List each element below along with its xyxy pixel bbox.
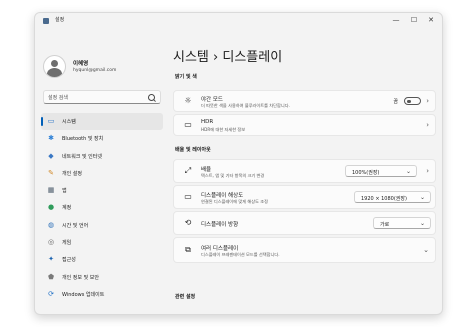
- section-brightness-heading: 밝기 및 색: [175, 74, 197, 80]
- search-input[interactable]: [48, 93, 144, 102]
- hdr-card[interactable]: ▭ HDR HDR에 대한 자세한 정보 ›: [173, 114, 436, 136]
- sidebar-item-label: 개인 정보 및 보안: [62, 274, 99, 281]
- night-light-toggle-label: 끔: [393, 98, 398, 105]
- shield-icon: ⬟: [47, 272, 55, 281]
- window-title: 설정: [55, 17, 65, 23]
- search-box[interactable]: [43, 90, 161, 104]
- title-bar: 설정 — ☐ ✕: [35, 13, 442, 29]
- breadcrumb: 시스템 › 디스플레이: [173, 46, 282, 65]
- avatar-body-shape: [47, 68, 62, 77]
- maximize-button[interactable]: ☐: [406, 15, 422, 26]
- sidebar-item-label: 시간 및 언어: [62, 222, 89, 229]
- chevron-down-icon[interactable]: ⌄: [423, 246, 429, 254]
- chevron-down-icon: ⌄: [419, 193, 425, 201]
- scale-icon: ⤢: [184, 166, 192, 175]
- scale-card[interactable]: ⤢ 배율 텍스트, 앱 및 기타 항목의 크기 변경 100%(권장) ⌄ ›: [173, 159, 436, 183]
- sidebar-item-5[interactable]: ● 계정: [41, 199, 163, 216]
- night-light-toggle[interactable]: [404, 97, 421, 105]
- sidebar-item-1[interactable]: ✱ Bluetooth 및 장치: [41, 130, 163, 147]
- scale-subtitle: 텍스트, 앱 및 기타 항목의 크기 변경: [201, 173, 265, 178]
- sidebar-item-8[interactable]: ✦ 접근성: [41, 251, 163, 268]
- avatar[interactable]: [43, 55, 66, 78]
- resolution-card[interactable]: ▭ 디스플레이 해상도 연결된 디스플레이에 맞게 해상도 조정 1920 × …: [173, 185, 436, 209]
- sidebar-item-label: 시스템: [62, 119, 76, 125]
- gamepad-icon: ◎: [47, 238, 55, 247]
- multiple-displays-icon: ⧉: [185, 245, 191, 254]
- chevron-right-icon[interactable]: ›: [426, 121, 429, 129]
- page-title: 디스플레이: [222, 50, 283, 65]
- orientation-dropdown-value: 가로: [380, 221, 390, 228]
- globe-clock-icon: ◍: [47, 220, 55, 229]
- sidebar-item-0[interactable]: ▭ 시스템: [41, 113, 163, 131]
- multiple-displays-card[interactable]: ⧉ 여러 디스플레이 디스플레이 프레젠테이션 모드를 선택합니다. ⌄: [173, 237, 436, 263]
- breadcrumb-separator: ›: [213, 50, 219, 65]
- minimize-button[interactable]: —: [388, 15, 404, 26]
- orientation-icon: ⟲: [184, 218, 192, 227]
- resolution-icon: ▭: [184, 192, 192, 201]
- hdr-title: HDR: [201, 119, 214, 125]
- sidebar-item-7[interactable]: ◎ 게임: [41, 234, 163, 251]
- orientation-dropdown[interactable]: 가로 ⌄: [373, 217, 431, 229]
- section-related-heading: 관련 설정: [175, 294, 196, 300]
- sidebar: 이혜영 hyqunl@gmail.com ▭ 시스템 ✱ Bluetooth 및 장치…: [35, 29, 163, 314]
- avatar-head-shape: [51, 60, 58, 67]
- search-icon[interactable]: [148, 94, 155, 101]
- update-icon: ⟳: [48, 289, 54, 298]
- multiple-displays-title: 여러 디스플레이: [201, 246, 239, 252]
- sidebar-item-label: 계정: [62, 205, 72, 212]
- sidebar-nav: ▭ 시스템 ✱ Bluetooth 및 장치 ◆ 네트워크 및 인터넷 ✎ 개인 설정 ▦ 앱 ● 계…: [41, 113, 163, 303]
- sidebar-item-4[interactable]: ▦ 앱: [41, 182, 163, 199]
- night-light-title: 야간 모드: [201, 97, 223, 103]
- chevron-right-icon[interactable]: ›: [426, 167, 429, 175]
- section-scale-layout-heading: 배율 및 레이아웃: [175, 147, 211, 153]
- network-icon: ◆: [48, 151, 54, 160]
- accessibility-icon: ✦: [48, 255, 54, 264]
- sidebar-item-9[interactable]: ⬟ 개인 정보 및 보안: [41, 269, 163, 286]
- resolution-dropdown-value: 1920 × 1080(권장): [361, 195, 407, 202]
- breadcrumb-parent[interactable]: 시스템: [173, 50, 209, 65]
- settings-window: 설정 — ☐ ✕ 이혜영 hyqunl@gmail.com ▭ 시스템 ✱ Bluet…: [34, 12, 443, 315]
- user-email: hyqunl@gmail.com: [73, 68, 117, 73]
- sun-icon: ☼: [184, 96, 192, 105]
- hdr-icon: ▭: [184, 120, 192, 129]
- resolution-title: 디스플레이 해상도: [201, 193, 244, 199]
- resolution-subtitle: 연결된 디스플레이에 맞게 해상도 조정: [201, 199, 268, 204]
- hdr-subtitle: HDR에 대한 자세한 정보: [201, 127, 246, 132]
- orientation-card[interactable]: ⟲ 디스플레이 방향 가로 ⌄: [173, 211, 436, 235]
- apps-icon: ▦: [47, 186, 55, 195]
- sidebar-item-10[interactable]: ⟳ Windows 업데이트: [41, 286, 163, 303]
- close-button[interactable]: ✕: [423, 15, 439, 26]
- chevron-down-icon: ⌄: [405, 167, 411, 175]
- chevron-right-icon[interactable]: ›: [426, 97, 429, 105]
- brush-icon: ✎: [48, 168, 54, 177]
- night-light-subtitle: 더 따뜻한 색을 사용하여 블루라이트를 차단합니다.: [201, 103, 290, 108]
- sidebar-item-3[interactable]: ✎ 개인 설정: [41, 165, 163, 182]
- scale-title: 배율: [201, 167, 212, 173]
- sidebar-item-6[interactable]: ◍ 시간 및 언어: [41, 217, 163, 234]
- user-name: 이혜영: [73, 61, 89, 67]
- bluetooth-icon: ✱: [48, 134, 54, 143]
- orientation-title: 디스플레이 방향: [201, 222, 239, 228]
- sidebar-item-label: 게임: [62, 240, 72, 247]
- main-content: 시스템 › 디스플레이 밝기 및 색 ☼ 야간 모드 더 따뜻한 색을 사용하여…: [163, 29, 442, 314]
- monitor-icon: ▭: [47, 117, 55, 125]
- sidebar-item-label: 개인 설정: [62, 170, 82, 177]
- sidebar-item-label: 접근성: [62, 257, 76, 264]
- multiple-displays-subtitle: 디스플레이 프레젠테이션 모드를 선택합니다.: [201, 252, 280, 257]
- sidebar-item-2[interactable]: ◆ 네트워크 및 인터넷: [41, 148, 163, 165]
- scale-dropdown[interactable]: 100%(권장) ⌄: [345, 165, 417, 177]
- toggle-knob: [407, 99, 411, 103]
- sidebar-item-label: 앱: [62, 188, 67, 195]
- night-light-card[interactable]: ☼ 야간 모드 더 따뜻한 색을 사용하여 블루라이트를 차단합니다. 끔 ›: [173, 90, 436, 112]
- scale-dropdown-value: 100%(권장): [352, 169, 380, 176]
- chevron-down-icon: ⌄: [419, 219, 425, 227]
- sidebar-item-label: Bluetooth 및 장치: [62, 136, 104, 143]
- resolution-dropdown[interactable]: 1920 × 1080(권장) ⌄: [354, 191, 431, 203]
- sidebar-item-label: 네트워크 및 인터넷: [62, 153, 102, 160]
- sidebar-item-label: Windows 업데이트: [62, 291, 105, 298]
- account-icon: ●: [47, 203, 55, 212]
- settings-app-icon: [43, 18, 49, 24]
